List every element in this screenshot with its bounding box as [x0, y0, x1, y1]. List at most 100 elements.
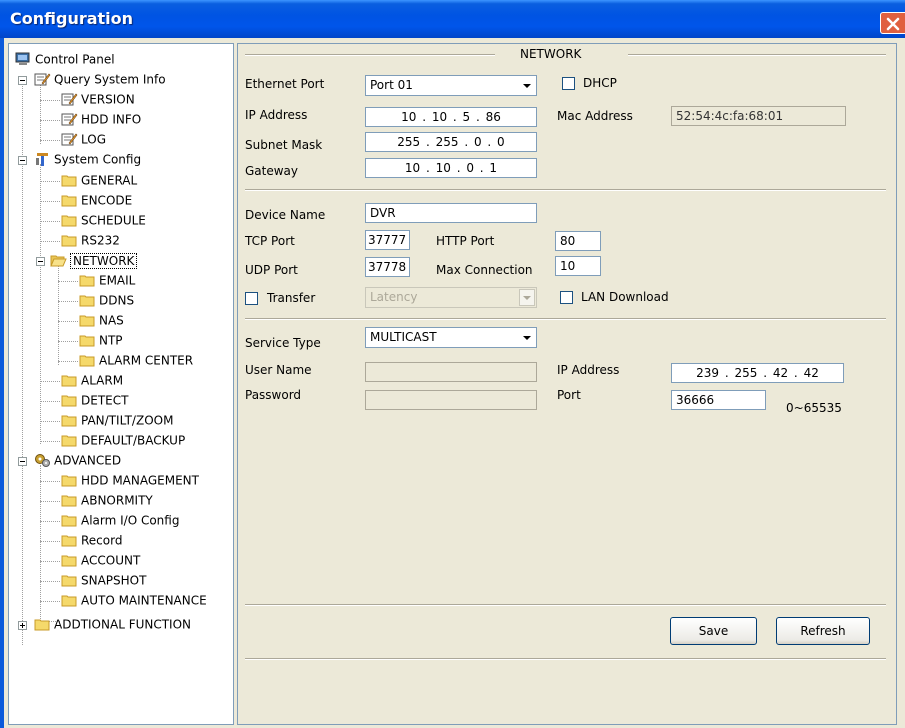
close-button[interactable] — [880, 12, 905, 34]
folder-icon — [61, 215, 77, 226]
ip-address-field[interactable]: 10 . 10 . 5 . 86 — [365, 107, 537, 127]
password-field — [365, 390, 537, 410]
computer-icon — [15, 52, 30, 65]
section-title-line-right — [628, 54, 886, 56]
dropdown-arrow-icon[interactable] — [519, 77, 535, 94]
udp-port-field[interactable]: 37778 — [365, 257, 410, 277]
system-config-expander[interactable] — [18, 156, 27, 165]
folder-icon — [61, 375, 77, 386]
folder-icon — [61, 515, 77, 526]
mac-address-field: 52:54:4c:fa:68:01 — [671, 106, 846, 126]
dhcp-label: DHCP — [583, 76, 617, 90]
network-expander[interactable] — [36, 257, 45, 266]
folder-icon — [61, 395, 77, 406]
dropdown-arrow-icon — [519, 289, 535, 306]
tree-item-network[interactable]: NETWORK — [50, 250, 138, 270]
tree-item-alarm[interactable]: ALARM — [61, 370, 123, 390]
lan-download-label: LAN Download — [581, 290, 669, 304]
tree-item-schedule[interactable]: SCHEDULE — [61, 210, 146, 230]
separator-4 — [245, 658, 886, 660]
udp-port-label: UDP Port — [245, 263, 298, 277]
tree-item-additional-function[interactable]: ADDTIONAL FUNCTION — [34, 614, 191, 634]
tree-item-account[interactable]: ACCOUNT — [61, 550, 140, 570]
section-title-line-left — [245, 54, 495, 56]
tree-item-encode[interactable]: ENCODE — [61, 190, 132, 210]
tree-item-ddns[interactable]: DDNS — [79, 290, 134, 310]
gateway-field[interactable]: 10 . 10 . 0 . 1 — [365, 158, 537, 178]
folder-icon — [61, 535, 77, 546]
folder-icon — [61, 595, 77, 606]
subnet-mask-field[interactable]: 255 . 255 . 0 . 0 — [365, 132, 537, 152]
service-type-select[interactable]: MULTICAST — [365, 327, 537, 348]
folder-icon — [61, 495, 77, 506]
tree-item-record[interactable]: Record — [61, 530, 122, 550]
additional-function-expander[interactable] — [18, 621, 27, 630]
gateway-label: Gateway — [245, 164, 299, 178]
separator-3 — [245, 604, 886, 606]
tcp-port-field[interactable]: 37777 — [365, 230, 410, 250]
folder-icon — [61, 415, 77, 426]
window-title: Configuration — [10, 9, 134, 28]
dhcp-checkbox[interactable] — [562, 77, 575, 90]
ip-address-label: IP Address — [245, 108, 308, 122]
tree-item-abnormity[interactable]: ABNORMITY — [61, 490, 153, 510]
folder-icon — [79, 295, 95, 306]
port-field[interactable]: 36666 — [671, 390, 766, 410]
port-label: Port — [557, 388, 581, 402]
ethernet-port-label: Ethernet Port — [245, 77, 325, 91]
transfer-checkbox[interactable] — [245, 292, 258, 305]
service-type-label: Service Type — [245, 336, 321, 350]
notepad-icon — [61, 133, 78, 145]
separator-2 — [245, 318, 886, 320]
tree-item-alarm-center[interactable]: ALARM CENTER — [79, 350, 193, 370]
tree-item-control-panel[interactable]: Control Panel — [15, 49, 115, 69]
service-ip-address-field[interactable]: 239 . 255 . 42 . 42 — [671, 363, 844, 383]
tree-item-hdd-management[interactable]: HDD MANAGEMENT — [61, 470, 199, 490]
save-button[interactable]: Save — [670, 617, 757, 645]
tree-item-log[interactable]: LOG — [61, 129, 106, 149]
separator-1 — [245, 189, 886, 191]
device-name-label: Device Name — [245, 208, 326, 222]
tree-item-auto-maintenance[interactable]: AUTO MAINTENANCE — [61, 590, 207, 610]
refresh-button[interactable]: Refresh — [776, 617, 870, 645]
ethernet-port-select[interactable]: Port 01 — [365, 75, 537, 96]
tree-item-nas[interactable]: NAS — [79, 310, 124, 330]
lan-download-checkbox[interactable] — [560, 291, 573, 304]
tree-item-email[interactable]: EMAIL — [79, 270, 135, 290]
transfer-mode-select: Latency — [365, 287, 537, 308]
dropdown-arrow-icon[interactable] — [519, 329, 535, 346]
password-label: Password — [245, 388, 302, 402]
query-system-info-expander[interactable] — [18, 76, 27, 85]
device-name-field[interactable]: DVR — [365, 203, 537, 223]
section-title: NETWORK — [520, 47, 582, 61]
tree-item-version[interactable]: VERSION — [61, 89, 135, 109]
transfer-mode-value: Latency — [370, 290, 418, 304]
max-connection-field[interactable]: 10 — [555, 256, 601, 276]
tree-item-rs232[interactable]: RS232 — [61, 230, 120, 250]
tree-item-system-config[interactable]: System Config — [34, 149, 141, 169]
tree-item-general[interactable]: GENERAL — [61, 170, 137, 190]
tree-item-detect[interactable]: DETECT — [61, 390, 128, 410]
tree-item-default-backup[interactable]: DEFAULT/BACKUP — [61, 430, 185, 450]
tree-item-alarm-io-config[interactable]: Alarm I/O Config — [61, 510, 179, 530]
tree-item-query-system-info[interactable]: Query System Info — [34, 69, 166, 89]
configuration-window: Configuration Control Panel Query System… — [0, 0, 905, 728]
folder-icon — [34, 619, 50, 630]
tree-item-pan-tilt-zoom[interactable]: PAN/TILT/ZOOM — [61, 410, 173, 430]
notepad-icon — [34, 73, 51, 85]
mac-address-label: Mac Address — [557, 109, 633, 123]
window-frame — [0, 38, 4, 728]
navigation-tree[interactable]: Control Panel Query System Info VERSION … — [8, 43, 234, 725]
transfer-label: Transfer — [267, 291, 316, 305]
network-settings-panel: NETWORK Ethernet Port Port 01 DHCP IP Ad… — [237, 43, 897, 725]
title-bar[interactable]: Configuration — [0, 0, 905, 38]
tree-item-advanced[interactable]: ADVANCED — [34, 450, 121, 470]
folder-icon — [61, 175, 77, 186]
user-name-field — [365, 362, 537, 382]
http-port-field[interactable]: 80 — [555, 231, 601, 251]
folder-icon — [61, 555, 77, 566]
tree-item-snapshot[interactable]: SNAPSHOT — [61, 570, 146, 590]
tree-item-ntp[interactable]: NTP — [79, 330, 123, 350]
advanced-expander[interactable] — [18, 457, 27, 466]
tree-item-hdd-info[interactable]: HDD INFO — [61, 109, 141, 129]
